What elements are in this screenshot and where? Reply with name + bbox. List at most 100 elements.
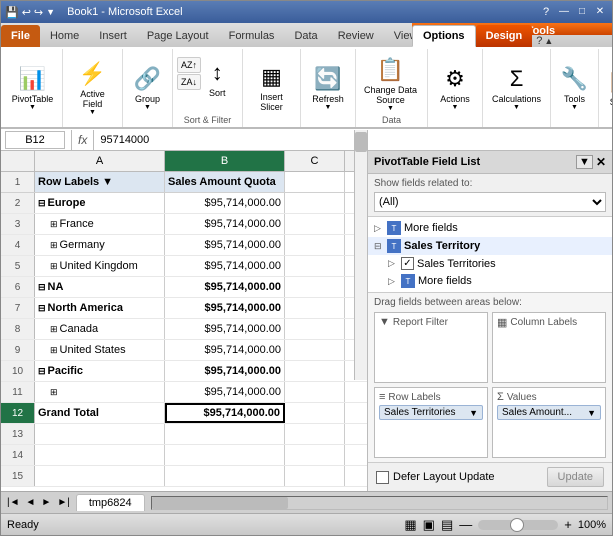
cell-c6[interactable] — [285, 277, 345, 297]
tab-formulas[interactable]: Formulas — [219, 25, 285, 47]
cell-b7[interactable]: $95,714,000.00 — [165, 298, 285, 318]
undo-qa-icon[interactable]: ↩ — [22, 6, 31, 19]
cell-c10[interactable] — [285, 361, 345, 381]
view-page-layout-icon[interactable]: ▣ — [423, 517, 435, 533]
tab-page-layout[interactable]: Page Layout — [137, 25, 219, 47]
group-btn[interactable]: 🔗 Group ▼ — [128, 63, 167, 114]
redo-qa-icon[interactable]: ↪ — [34, 6, 43, 19]
field-section-sales-territory[interactable]: ⊟ T Sales Territory — [368, 237, 612, 255]
cell-b5[interactable]: $95,714,000.00 — [165, 256, 285, 276]
checkbox-checked-icon[interactable]: ✓ — [401, 257, 414, 270]
sheet-nav-first[interactable]: |◄ — [5, 497, 22, 508]
fields-dropdown[interactable]: (All) — [374, 192, 606, 212]
tab-home[interactable]: Home — [40, 25, 89, 47]
cell-a3[interactable]: ⊞France — [35, 214, 165, 234]
cell-a6[interactable]: ⊟NA — [35, 277, 165, 297]
sheet-nav-next[interactable]: ► — [39, 497, 53, 508]
minimize-btn[interactable]: — — [556, 6, 572, 18]
cell-a10[interactable]: ⊟Pacific — [35, 361, 165, 381]
cell-c7[interactable] — [285, 298, 345, 318]
tab-data[interactable]: Data — [284, 25, 327, 47]
cell-a5[interactable]: ⊞United Kingdom — [35, 256, 165, 276]
vertical-scrollbar[interactable] — [354, 151, 367, 380]
cell-c9[interactable] — [285, 340, 345, 360]
tab-design[interactable]: Design — [476, 25, 533, 47]
col-header-B[interactable]: B — [165, 151, 285, 171]
sort-za-btn[interactable]: ZA↓ — [177, 74, 201, 90]
drag-zone-values[interactable]: Σ Values Sales Amount... ▼ — [492, 387, 606, 458]
cell-a12[interactable]: Grand Total — [35, 403, 165, 423]
help-icon[interactable]: ? — [538, 6, 554, 18]
sort-az-btn[interactable]: AZ↑ — [177, 57, 201, 73]
refresh-btn[interactable]: 🔄 Refresh ▼ — [306, 63, 350, 114]
zoom-plus-icon[interactable]: + — [564, 517, 572, 532]
tools-btn[interactable]: 🔧 Tools ▼ — [555, 63, 594, 114]
cell-b10[interactable]: $95,714,000.00 — [165, 361, 285, 381]
cell-c2[interactable] — [285, 193, 345, 213]
insert-slicer-btn[interactable]: ▦ InsertSlicer — [254, 61, 289, 115]
cell-b12-selected[interactable]: $95,714,000.00 — [165, 403, 285, 423]
cell-reference-box[interactable] — [5, 131, 65, 149]
cell-b1[interactable]: Sales Amount Quota — [165, 172, 285, 192]
cell-b2[interactable]: $95,714,000.00 — [165, 193, 285, 213]
qa-dropdown-icon[interactable]: ▼ — [46, 7, 55, 17]
zoom-slider[interactable] — [478, 520, 558, 530]
sheet-tab-tmp6824[interactable]: tmp6824 — [76, 494, 145, 511]
field-item-more-fields-2[interactable]: ▷ T More fields — [368, 272, 612, 290]
sheet-nav-prev[interactable]: ◄ — [24, 497, 38, 508]
cell-a8[interactable]: ⊞Canada — [35, 319, 165, 339]
drag-zone-row-labels[interactable]: ≡ Row Labels Sales Territories ▼ — [374, 387, 488, 458]
restore-btn[interactable]: □ — [574, 6, 590, 18]
col-header-C[interactable]: C — [285, 151, 345, 171]
cell-a1[interactable]: Row Labels ▼ — [35, 172, 165, 192]
pivottable-btn[interactable]: 📊 PivotTable ▼ — [6, 63, 60, 114]
drag-zone-column-labels[interactable]: ▦ Column Labels — [492, 312, 606, 383]
tab-insert[interactable]: Insert — [89, 25, 137, 47]
tab-review[interactable]: Review — [328, 25, 384, 47]
sheet-nav-last[interactable]: ►| — [55, 497, 72, 508]
cell-c3[interactable] — [285, 214, 345, 234]
show-btn[interactable]: 📋 Show — [601, 66, 613, 110]
cell-a2[interactable]: ⊟Europe — [35, 193, 165, 213]
cell-b11[interactable]: $95,714,000.00 — [165, 382, 285, 402]
update-button[interactable]: Update — [547, 467, 604, 487]
cell-c5[interactable] — [285, 256, 345, 276]
cell-b3[interactable]: $95,714,000.00 — [165, 214, 285, 234]
cell-c12[interactable] — [285, 403, 345, 423]
cell-c4[interactable] — [285, 235, 345, 255]
cell-b6[interactable]: $95,714,000.00 — [165, 277, 285, 297]
cell-c1[interactable] — [285, 172, 345, 192]
defer-checkbox-area[interactable]: Defer Layout Update — [376, 471, 495, 484]
save-qa-icon[interactable]: 💾 — [5, 6, 19, 19]
tab-options[interactable]: Options — [412, 25, 476, 47]
change-data-source-btn[interactable]: 📋 Change DataSource ▼ — [360, 54, 421, 115]
tab-file[interactable]: File — [1, 25, 40, 47]
field-item-more-fields-1[interactable]: ▷ T More fields — [368, 219, 612, 237]
zoom-minus-icon[interactable]: — — [459, 517, 472, 532]
view-page-break-icon[interactable]: ▤ — [441, 517, 453, 533]
field-list-close-icon[interactable]: ✕ — [596, 155, 606, 169]
cell-a11[interactable]: ⊞ — [35, 382, 165, 402]
calculations-btn[interactable]: Σ Calculations ▼ — [488, 63, 545, 114]
cell-b9[interactable]: $95,714,000.00 — [165, 340, 285, 360]
ribbon-help-icon[interactable]: ? — [536, 35, 542, 47]
sort-btn[interactable]: ↕ Sort — [203, 57, 232, 101]
cell-a9[interactable]: ⊞United States — [35, 340, 165, 360]
chip-sales-amount[interactable]: Sales Amount... ▼ — [497, 405, 601, 420]
cell-c8[interactable] — [285, 319, 345, 339]
actions-btn[interactable]: ⚙ Actions ▼ — [434, 63, 476, 114]
cell-b4[interactable]: $95,714,000.00 — [165, 235, 285, 255]
cell-a4[interactable]: ⊞Germany — [35, 235, 165, 255]
cell-c11[interactable] — [285, 382, 345, 402]
field-item-sales-territories[interactable]: ▷ ✓ Sales Territories — [368, 255, 612, 272]
close-btn[interactable]: ✕ — [592, 6, 608, 18]
chip-sales-territories[interactable]: Sales Territories ▼ — [379, 405, 483, 420]
cell-a7[interactable]: ⊟North America — [35, 298, 165, 318]
ribbon-min-icon[interactable]: ▲ — [544, 36, 553, 46]
defer-checkbox[interactable] — [376, 471, 389, 484]
col-header-A[interactable]: A — [35, 151, 165, 171]
drag-zone-report-filter[interactable]: ▼ Report Filter — [374, 312, 488, 383]
active-field-btn[interactable]: ⚡ ActiveField ▼ — [73, 58, 112, 119]
field-list-menu-icon[interactable]: ▼ — [576, 155, 593, 169]
view-normal-icon[interactable]: ▦ — [404, 517, 416, 533]
